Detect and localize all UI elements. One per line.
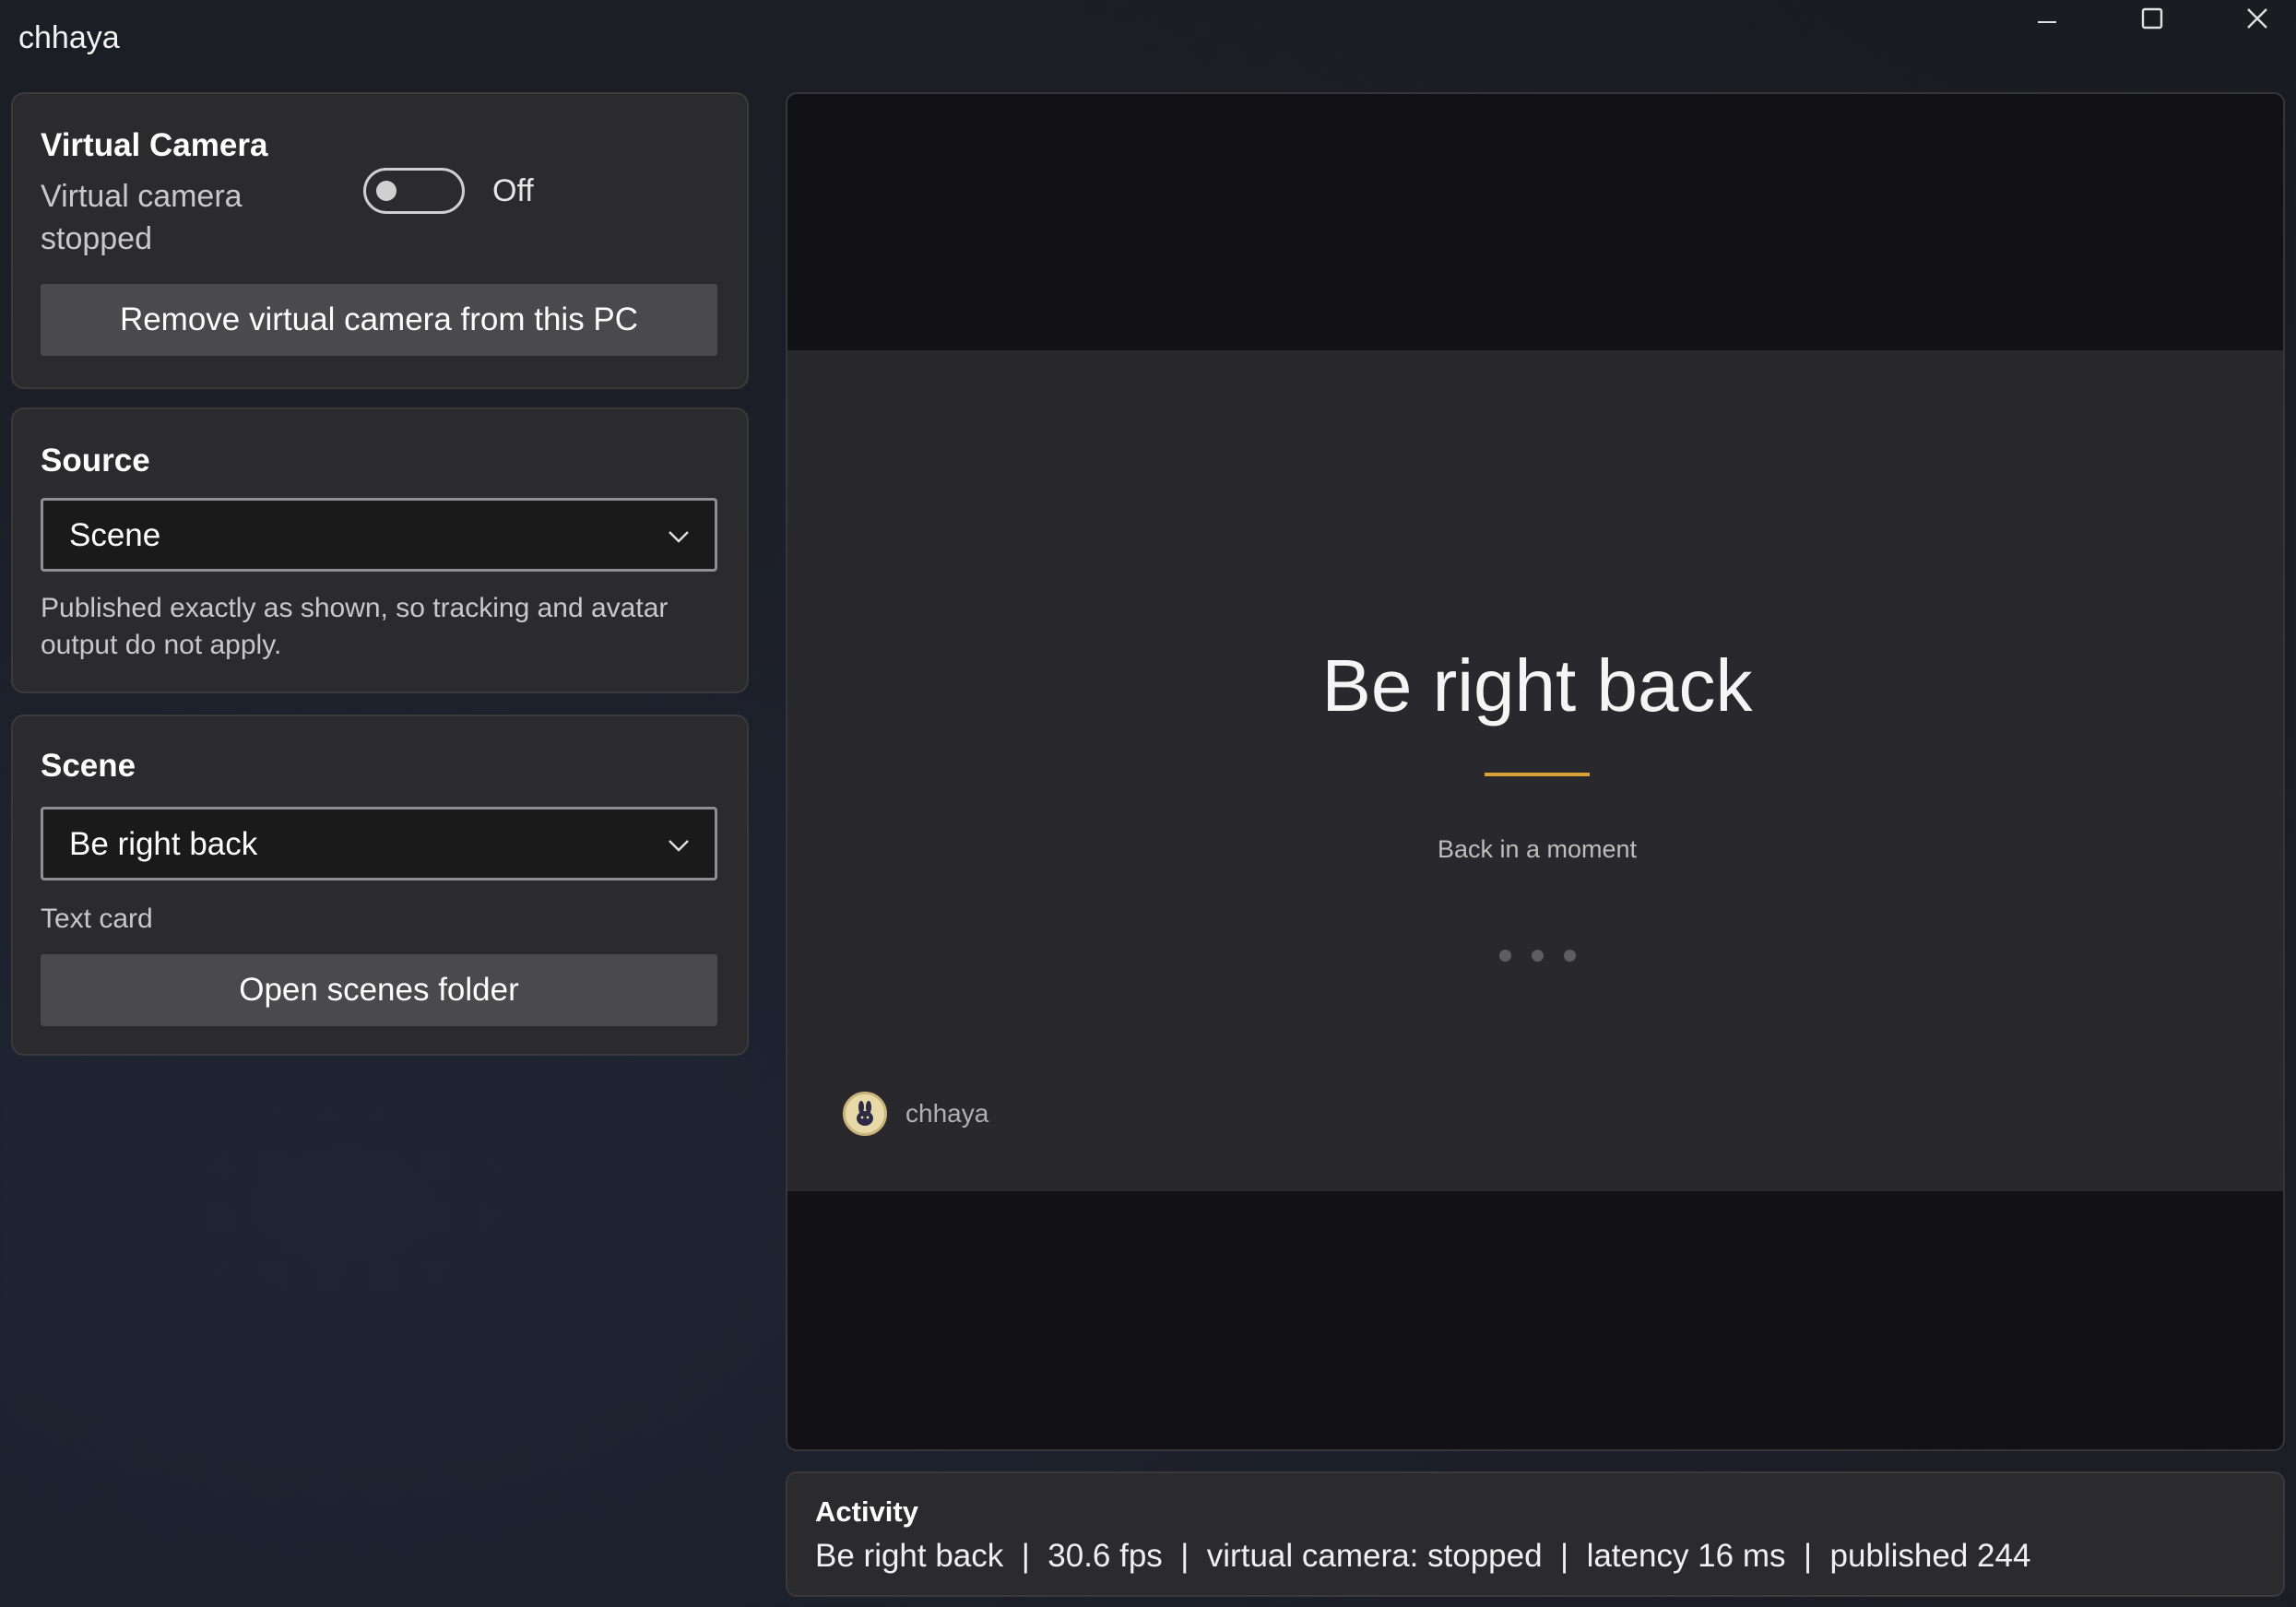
maximize-button[interactable] [2101,0,2204,37]
source-help-text: Published exactly as shown, so tracking … [41,593,669,660]
rabbit-logo-icon [857,1101,873,1126]
scene-select[interactable]: Be right back [41,807,717,880]
virtual-camera-card: Virtual Camera Virtual camera stopped Of… [11,92,749,389]
open-scenes-folder-button[interactable]: Open scenes folder [41,954,717,1026]
minimize-icon [2038,21,2056,23]
close-button[interactable] [2206,0,2296,37]
minimize-button[interactable] [1995,0,2099,37]
virtual-camera-status: Virtual camera stopped [41,179,243,256]
loading-dots [787,950,2283,962]
source-title: Source [41,443,150,479]
preview-subtitle: Back in a moment [1437,835,1638,863]
scene-title: Scene [41,748,136,784]
app-title: chhaya [18,20,120,55]
loading-dot [1563,950,1576,962]
virtual-camera-toggle[interactable] [363,168,465,214]
scene-select-value: Be right back [69,826,258,862]
maximize-icon [2141,7,2163,30]
chevron-down-icon [669,531,689,543]
loading-dot [1531,950,1544,962]
preview-badge-name: chhaya [905,1099,989,1128]
preview-title: Be right back [1321,644,1753,727]
toggle-knob [376,181,396,201]
preview-frame: Be right back Back in a moment chhaya [786,92,2285,1451]
title-bar: chhaya [0,0,2296,77]
avatar [843,1092,887,1136]
preview-scene: Be right back Back in a moment chhaya [787,350,2283,1191]
activity-panel: Activity Be right back | 30.6 fps | virt… [786,1471,2285,1597]
preview-accent-rule [1485,773,1590,776]
virtual-camera-title: Virtual Camera [41,127,268,163]
virtual-camera-toggle-label: Off [492,173,534,208]
remove-virtual-camera-button[interactable]: Remove virtual camera from this PC [41,284,717,356]
chevron-down-icon [669,840,689,852]
scene-card: Scene Be right back Text card Open scene… [11,715,749,1056]
loading-dot [1498,950,1511,962]
activity-title: Activity [815,1495,918,1528]
source-select-value: Scene [69,517,161,553]
scene-type-text: Text card [41,904,153,934]
close-icon [2247,8,2267,29]
source-select[interactable]: Scene [41,498,717,572]
activity-status-line: Be right back | 30.6 fps | virtual camer… [815,1538,2031,1574]
source-card: Source Scene Published exactly as shown,… [11,408,749,693]
